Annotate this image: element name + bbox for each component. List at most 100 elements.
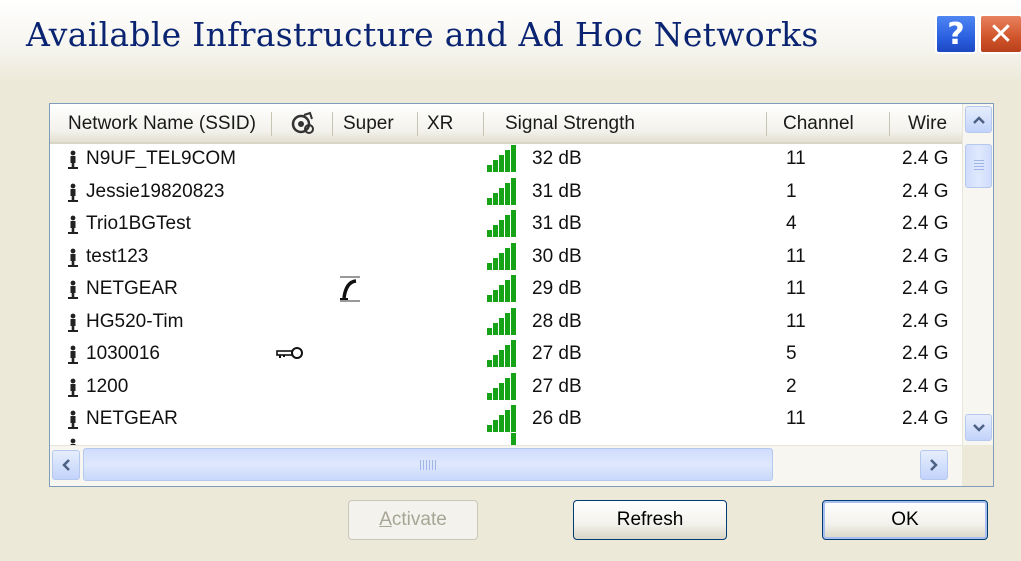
infrastructure-person-icon bbox=[68, 410, 78, 429]
list-item[interactable]: Jessie19820823 31 dB 1 2.4 G bbox=[50, 176, 962, 208]
column-divider[interactable] bbox=[483, 112, 484, 136]
list-item[interactable]: NETGEAR 29 dB 11 2.4 G bbox=[50, 273, 962, 305]
security-lock-icon bbox=[291, 111, 314, 134]
band-value: 2.4 G bbox=[902, 148, 949, 169]
channel-value: 2 bbox=[786, 375, 797, 397]
scroll-up-button[interactable] bbox=[965, 106, 992, 133]
column-header-ssid[interactable]: Network Name (SSID) bbox=[68, 104, 266, 142]
key-icon bbox=[276, 347, 303, 359]
band-value: 2.4 G bbox=[902, 310, 949, 332]
person-icon bbox=[70, 438, 76, 445]
signal-value: 27 dB bbox=[532, 343, 582, 364]
infrastructure-person-icon bbox=[68, 280, 78, 299]
network-ssid: test123 bbox=[86, 245, 149, 267]
list-item[interactable]: N9UF_TEL9COM 32 dB 11 2.4 G bbox=[50, 143, 962, 175]
network-ssid: NETGEAR bbox=[86, 278, 178, 299]
infrastructure-person-icon bbox=[68, 345, 78, 364]
channel-value: 5 bbox=[786, 343, 797, 364]
refresh-button[interactable]: Refresh bbox=[573, 500, 727, 540]
network-list[interactable]: Network Name (SSID) Super XR Signal Stre… bbox=[49, 103, 994, 487]
column-header-xr[interactable]: XR bbox=[427, 104, 467, 142]
signal-value: 31 dB bbox=[532, 213, 582, 234]
list-item[interactable]: 1200 27 dB 2 2.4 G bbox=[50, 371, 962, 403]
signal-bars-icon bbox=[487, 145, 516, 172]
signal-bars-icon bbox=[487, 177, 516, 205]
vertical-scrollbar[interactable] bbox=[962, 104, 993, 486]
band-value: 2.4 G bbox=[902, 180, 949, 202]
network-ssid: Trio1BGTest bbox=[86, 213, 191, 234]
signal-bars-icon bbox=[487, 307, 516, 335]
vertical-scroll-thumb[interactable] bbox=[965, 144, 992, 188]
signal-value: 31 dB bbox=[532, 180, 582, 202]
network-ssid: 1200 bbox=[86, 375, 129, 397]
channel-value: 4 bbox=[786, 213, 797, 234]
super-mode-icon bbox=[340, 276, 360, 302]
activate-label: ctivate bbox=[391, 509, 447, 530]
column-divider[interactable] bbox=[766, 112, 767, 136]
signal-value: 28 dB bbox=[532, 310, 582, 332]
chevron-left-icon bbox=[62, 459, 70, 471]
channel-value: 11 bbox=[786, 310, 806, 332]
network-ssid: Jessie19820823 bbox=[86, 180, 225, 202]
column-header-security[interactable] bbox=[278, 104, 328, 142]
channel-value: 1 bbox=[786, 180, 797, 202]
infrastructure-person-icon bbox=[68, 378, 78, 397]
column-divider[interactable] bbox=[889, 112, 890, 136]
column-header-signal[interactable]: Signal Strength bbox=[505, 104, 755, 142]
column-divider[interactable] bbox=[332, 112, 333, 136]
activate-mnemonic: A bbox=[379, 509, 392, 530]
signal-bars-icon bbox=[487, 372, 516, 400]
network-ssid: HG520-Tim bbox=[86, 310, 184, 332]
band-value: 2.4 G bbox=[902, 213, 949, 234]
signal-bars-icon bbox=[487, 242, 516, 270]
band-value: 2.4 G bbox=[902, 245, 949, 267]
horizontal-scroll-thumb[interactable] bbox=[83, 448, 773, 481]
scroll-right-button[interactable] bbox=[920, 450, 948, 480]
list-item[interactable]: 1030016 27 dB 5 2.4 G bbox=[50, 338, 962, 370]
scroll-corner bbox=[962, 445, 993, 486]
scroll-down-button[interactable] bbox=[965, 414, 992, 441]
chevron-right-icon bbox=[930, 459, 938, 471]
network-ssid: N9UF_TEL9COM bbox=[86, 148, 236, 169]
band-value: 2.4 G bbox=[902, 278, 949, 299]
scroll-left-button[interactable] bbox=[52, 450, 80, 480]
list-item[interactable]: Trio1BGTest 31 dB 4 2.4 G bbox=[50, 208, 962, 240]
signal-value: 32 dB bbox=[532, 148, 582, 169]
signal-bars-icon bbox=[487, 210, 516, 237]
signal-value: 29 dB bbox=[532, 278, 582, 299]
infrastructure-person-icon bbox=[68, 183, 78, 202]
infrastructure-person-icon bbox=[68, 150, 78, 169]
channel-value: 11 bbox=[786, 278, 806, 299]
column-header-wireless[interactable]: Wire bbox=[908, 104, 962, 142]
ok-button[interactable]: OK bbox=[822, 500, 988, 540]
band-value: 2.4 G bbox=[902, 375, 949, 397]
title-bar[interactable]: Available Infrastructure and Ad Hoc Netw… bbox=[0, 0, 1021, 83]
band-value: 2.4 G bbox=[902, 343, 949, 364]
chevron-down-icon bbox=[972, 423, 985, 432]
column-header-super[interactable]: Super bbox=[343, 104, 409, 142]
list-item[interactable]: HG520-Tim 28 dB 11 2.4 G bbox=[50, 306, 962, 338]
signal-bars-icon bbox=[487, 405, 516, 432]
infrastructure-person-icon bbox=[68, 215, 78, 234]
chevron-up-icon bbox=[972, 115, 985, 124]
activate-button[interactable]: Activate bbox=[348, 500, 478, 540]
window-title: Available Infrastructure and Ad Hoc Netw… bbox=[26, 15, 819, 54]
channel-value: 11 bbox=[786, 245, 806, 267]
horizontal-scrollbar[interactable] bbox=[50, 445, 962, 486]
infrastructure-person-icon bbox=[68, 313, 78, 332]
list-header: Network Name (SSID) Super XR Signal Stre… bbox=[50, 104, 962, 144]
list-item[interactable]: test123 30 dB 11 2.4 G bbox=[50, 241, 962, 273]
signal-bars-icon bbox=[511, 433, 516, 445]
close-button[interactable]: ✕ bbox=[979, 14, 1021, 54]
help-button[interactable]: ? bbox=[935, 14, 977, 54]
column-header-channel[interactable]: Channel bbox=[783, 104, 873, 142]
signal-bars-icon bbox=[487, 340, 516, 367]
dialog-window: Available Infrastructure and Ad Hoc Netw… bbox=[0, 0, 1021, 561]
infrastructure-person-icon bbox=[68, 248, 78, 267]
signal-value: 27 dB bbox=[532, 375, 582, 397]
channel-value: 11 bbox=[786, 148, 806, 169]
column-divider[interactable] bbox=[271, 112, 272, 136]
list-item-partial[interactable] bbox=[50, 431, 962, 445]
column-divider[interactable] bbox=[417, 112, 418, 136]
thumb-grip bbox=[973, 160, 984, 172]
